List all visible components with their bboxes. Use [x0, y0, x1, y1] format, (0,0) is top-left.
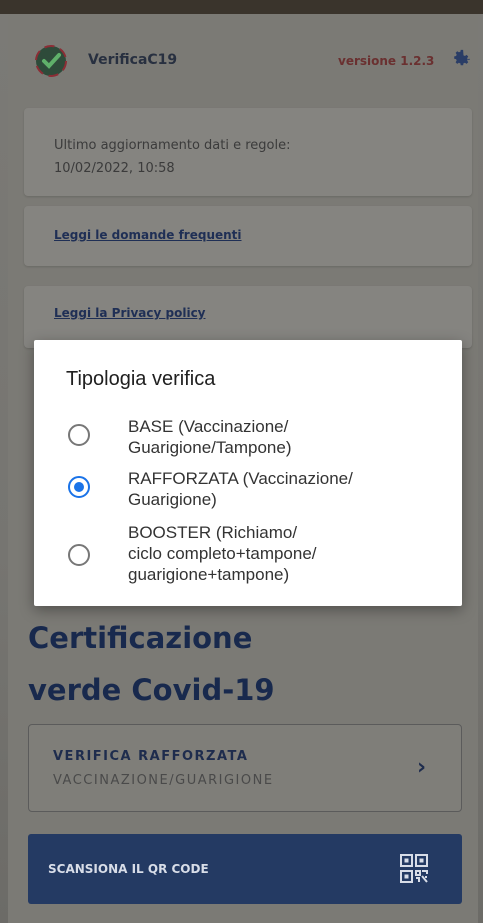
option-rafforzata-line-2: Guarigione) [128, 490, 217, 509]
option-base-line-1: BASE (Vaccinazione/ [128, 417, 289, 436]
page-title: Certificazione verde Covid-19 [28, 612, 275, 716]
radio-base[interactable] [68, 424, 90, 446]
verification-type-dialog: Tipologia verifica BASE (Vaccinazione/ G… [34, 340, 462, 606]
option-booster-label: BOOSTER (Richiamo/ ciclo completo+tampon… [128, 522, 438, 585]
privacy-policy-link[interactable]: Leggi la Privacy policy [54, 306, 206, 320]
verification-mode-subtitle: VACCINAZIONE/GUARIGIONE [53, 773, 274, 788]
option-booster-line-1: BOOSTER (Richiamo/ [128, 523, 298, 542]
scan-qr-label: SCANSIONA IL QR CODE [48, 862, 209, 876]
chevron-right-icon: › [417, 755, 427, 780]
qr-code-icon [400, 854, 428, 883]
verification-mode-selector[interactable]: VERIFICA RAFFORZATA VACCINAZIONE/GUARIGI… [28, 724, 462, 812]
faq-link[interactable]: Leggi le domande frequenti [54, 228, 242, 242]
option-base-line-2: Guarigione/Tampone) [128, 438, 292, 457]
device-frame: VerificaC19 versione 1.2.3 Ultimo aggior… [0, 0, 483, 923]
app-title: VerificaC19 [88, 52, 178, 68]
faq-card[interactable]: Leggi le domande frequenti [24, 206, 472, 266]
last-update-text: Ultimo aggiornamento dati e regole: 10/0… [54, 134, 414, 180]
option-rafforzata-label: RAFFORZATA (Vaccinazione/ Guarigione) [128, 468, 438, 510]
option-rafforzata-line-1: RAFFORZATA (Vaccinazione/ [128, 469, 353, 488]
option-booster-line-2: ciclo completo+tampone/ [128, 544, 317, 563]
verification-mode-title: VERIFICA RAFFORZATA [53, 749, 249, 764]
version-label: versione 1.2.3 [338, 54, 435, 68]
title-line-2: verde Covid-19 [28, 673, 275, 707]
radio-booster[interactable] [68, 544, 90, 566]
title-line-1: Certificazione [28, 621, 253, 655]
verificac19-logo-icon [35, 45, 67, 77]
option-booster-line-3: guarigione+tampone) [128, 565, 290, 584]
scan-qr-button[interactable]: SCANSIONA IL QR CODE [28, 834, 462, 904]
last-update-label: Ultimo aggiornamento dati e regole: [54, 138, 291, 153]
privacy-card[interactable]: Leggi la Privacy policy [24, 286, 472, 348]
radio-rafforzata[interactable] [68, 476, 90, 498]
update-info-card: Ultimo aggiornamento dati e regole: 10/0… [24, 108, 472, 196]
last-update-datetime: 10/02/2022, 10:58 [54, 161, 175, 176]
app-header: VerificaC19 versione 1.2.3 [8, 14, 478, 104]
gear-icon[interactable] [450, 48, 472, 70]
dialog-title: Tipologia verifica [66, 368, 216, 390]
option-base-label: BASE (Vaccinazione/ Guarigione/Tampone) [128, 416, 438, 458]
